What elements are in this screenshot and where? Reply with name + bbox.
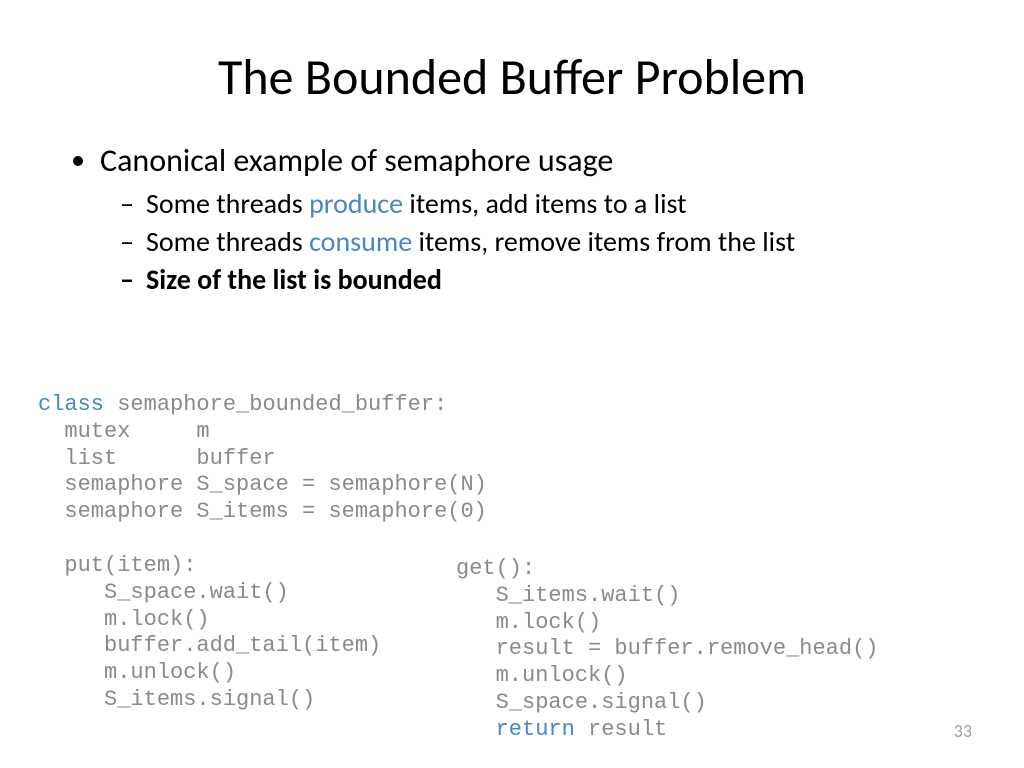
page-number: 33	[954, 720, 972, 742]
code-block-right: get(): S_items.wait() m.lock() result = …	[456, 556, 878, 744]
sub-bullet-list: Some threads produce items, add items to…	[100, 185, 964, 298]
sub-bullet-produce: Some threads produce items, add items to…	[146, 185, 964, 223]
text-pre: Some threads	[146, 224, 309, 259]
bullet-main-text: Canonical example of semaphore usage	[100, 141, 613, 180]
bullet-list: Canonical example of semaphore usage Som…	[60, 141, 964, 298]
keyword-produce: produce	[309, 186, 403, 221]
slide: The Bounded Buffer Problem Canonical exa…	[0, 0, 1024, 768]
bullet-main: Canonical example of semaphore usage Som…	[100, 141, 964, 298]
sub-bullet-consume: Some threads consume items, remove items…	[146, 223, 964, 261]
code-right-tail: result	[575, 717, 667, 742]
keyword-return: return	[496, 717, 575, 742]
text-pre: Some threads	[146, 186, 309, 221]
sub-bullet-bounded-text: Size of the list is bounded	[146, 262, 442, 297]
code-block-left: class semaphore_bounded_buffer: mutex m …	[38, 392, 487, 714]
code-right-body: get(): S_items.wait() m.lock() result = …	[456, 556, 878, 742]
keyword-class: class	[38, 392, 104, 417]
sub-bullet-bounded: Size of the list is bounded	[146, 261, 964, 299]
slide-title: The Bounded Buffer Problem	[60, 50, 964, 105]
text-post: items, remove items from the list	[412, 224, 795, 259]
text-post: items, add items to a list	[403, 186, 686, 221]
keyword-consume: consume	[309, 224, 412, 259]
code-left-body: semaphore_bounded_buffer: mutex m list b…	[38, 392, 487, 712]
